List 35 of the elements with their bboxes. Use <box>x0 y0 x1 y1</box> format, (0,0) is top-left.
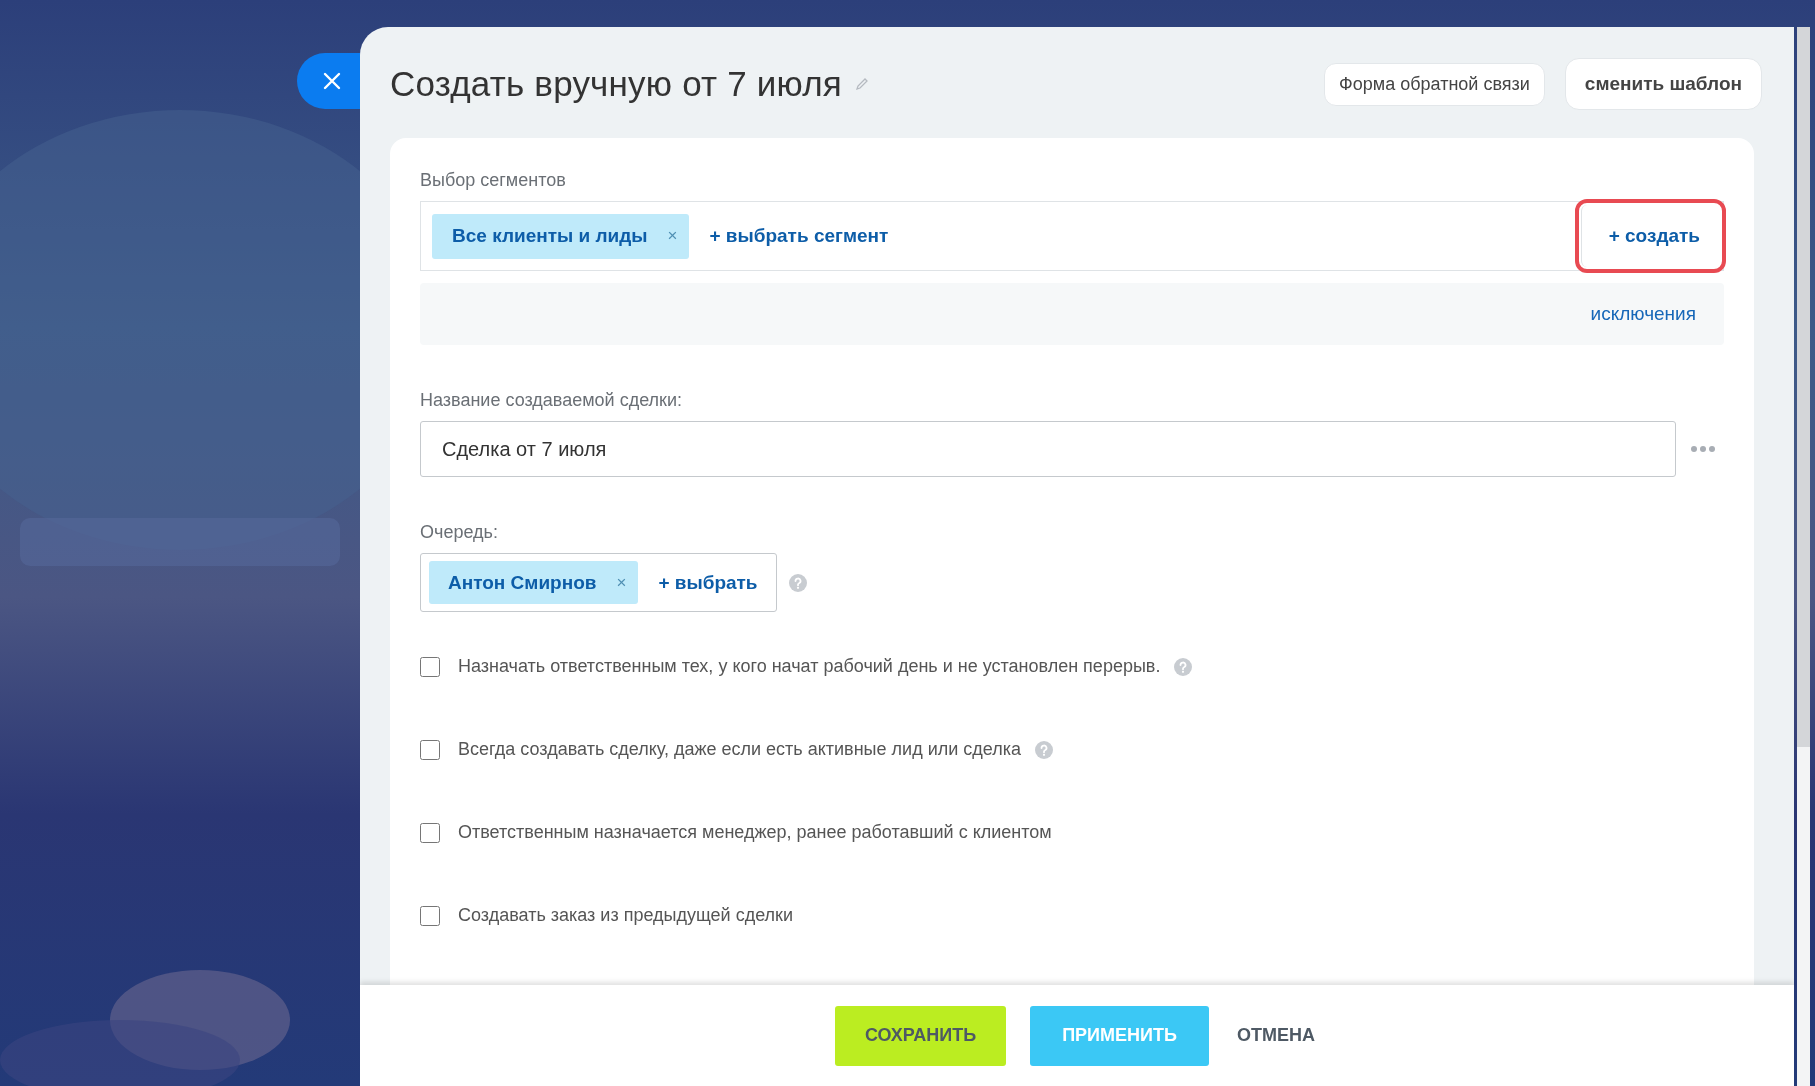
queue-field[interactable]: Антон Смирнов × + выбрать <box>420 553 777 612</box>
select-segment-link[interactable]: + выбрать сегмент <box>709 225 889 247</box>
more-icon[interactable] <box>1690 445 1716 453</box>
header-button[interactable]: сменить шаблон <box>1564 58 1762 110</box>
user-tag[interactable]: Антон Смирнов × <box>429 561 639 604</box>
checkbox-label: Назначать ответственным тех, у кого начат рабочий день и не установлен перерыв. <box>458 656 1161 677</box>
deal-name-field[interactable]: Сделка от 7 июля <box>420 421 1676 477</box>
field-label: Очередь: <box>420 522 499 543</box>
tag-label: Антон Смирнов <box>448 571 597 594</box>
close-icon <box>321 71 342 91</box>
cancel-button[interactable]: ОТМЕНА <box>1233 1005 1319 1066</box>
checkbox-label: Создавать заказ из предыдущей сделки <box>458 905 794 926</box>
scrollbar[interactable] <box>1797 27 1810 1086</box>
close-button[interactable] <box>297 53 360 109</box>
help-icon[interactable] <box>1034 740 1053 759</box>
checkbox[interactable] <box>420 905 440 926</box>
checkbox[interactable] <box>420 822 440 843</box>
checkbox[interactable] <box>420 739 440 760</box>
page-title: Создать вручную от 7 июля <box>390 64 842 104</box>
checkbox-label: Ответственным назначается менеджер, ранее работавший с клиентом <box>458 822 1052 843</box>
tag-label: Все клиенты и лиды <box>452 225 648 247</box>
pencil-icon[interactable] <box>854 76 870 92</box>
select-link[interactable]: + выбрать <box>658 571 758 594</box>
help-icon[interactable] <box>1174 657 1193 676</box>
save-button[interactable]: СОХРАНИТЬ <box>835 1005 1006 1066</box>
segment-tag[interactable]: Все клиенты и лиды × <box>432 213 690 259</box>
header-button[interactable]: Форма обратной связи <box>1324 62 1545 106</box>
segment-field[interactable]: Все клиенты и лиды × + выбрать сегмент + создать <box>420 201 1724 271</box>
field-label: Название создаваемой сделки: <box>420 390 683 411</box>
checkbox-label: Всегда создавать сделку, даже если есть активные лид или сделка <box>458 739 1021 760</box>
scrollbar-thumb[interactable] <box>1797 27 1810 747</box>
checkbox[interactable] <box>420 656 440 677</box>
field-label: Выбор сегментов <box>420 170 567 191</box>
exclusions-link[interactable]: исключения <box>1590 303 1696 325</box>
help-icon[interactable] <box>788 573 807 592</box>
